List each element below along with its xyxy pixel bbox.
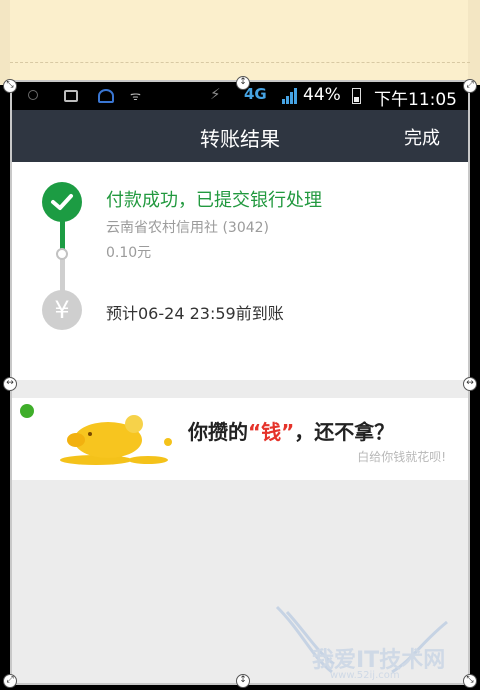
watermark-url: www.52ij.com bbox=[330, 670, 400, 681]
battery-icon bbox=[352, 88, 361, 104]
headset-icon bbox=[98, 89, 114, 103]
check-icon bbox=[42, 182, 82, 222]
done-button[interactable]: 完成 bbox=[404, 124, 440, 150]
title-bar: 转账结果 完成 bbox=[12, 110, 468, 162]
phone-screenshot: ᯤ ⚡ 4G 44% 下午11:05 转账结果 完成 ¥ 付款成功，已提交银行处… bbox=[10, 80, 470, 685]
signal-icon bbox=[282, 88, 298, 104]
battery-percent: 44% bbox=[303, 85, 341, 105]
resize-handle-bottom-right[interactable]: ⤡ bbox=[463, 674, 477, 688]
ad-subline: 白给你钱就花呗! bbox=[357, 450, 446, 464]
resize-handle-right[interactable]: ↔ bbox=[463, 377, 477, 391]
running-icon: ⚡ bbox=[210, 85, 221, 103]
bank-name: 云南省农村信用社 (3042) bbox=[106, 220, 270, 236]
resize-handle-top-right[interactable]: ⤢ bbox=[463, 79, 477, 93]
resize-handle-bottom-left[interactable]: ⤢ bbox=[3, 674, 17, 688]
arrival-estimate: 预计06-24 23:59前到账 bbox=[106, 304, 284, 323]
app-logo-icon bbox=[20, 404, 34, 418]
resize-handle-left[interactable]: ↔ bbox=[3, 377, 17, 391]
page-title: 转账结果 bbox=[200, 127, 280, 151]
clock: 下午11:05 bbox=[374, 90, 457, 110]
success-message: 付款成功，已提交银行处理 bbox=[106, 190, 322, 211]
resize-handle-top[interactable]: ↕ bbox=[236, 76, 250, 90]
progress-node bbox=[56, 248, 68, 260]
progress-line-done bbox=[60, 220, 65, 250]
piggy-bank-icon bbox=[60, 415, 172, 465]
resize-handle-bottom[interactable]: ↕ bbox=[236, 674, 250, 688]
transfer-amount: 0.10元 bbox=[106, 245, 152, 261]
yen-icon: ¥ bbox=[42, 290, 82, 330]
resize-handle-top-left[interactable]: ⤡ bbox=[3, 79, 17, 93]
image-icon bbox=[64, 90, 78, 102]
ad-headline: 你攒的“钱”，还不拿？ bbox=[188, 420, 395, 444]
background-document bbox=[0, 0, 480, 85]
search-icon bbox=[28, 90, 38, 100]
ad-banner[interactable]: 你攒的“钱”，还不拿？ 白给你钱就花呗! bbox=[12, 398, 468, 480]
result-card: ¥ 付款成功，已提交银行处理 云南省农村信用社 (3042) 0.10元 预计0… bbox=[12, 162, 468, 380]
wifi-icon: ᯤ bbox=[130, 89, 141, 103]
